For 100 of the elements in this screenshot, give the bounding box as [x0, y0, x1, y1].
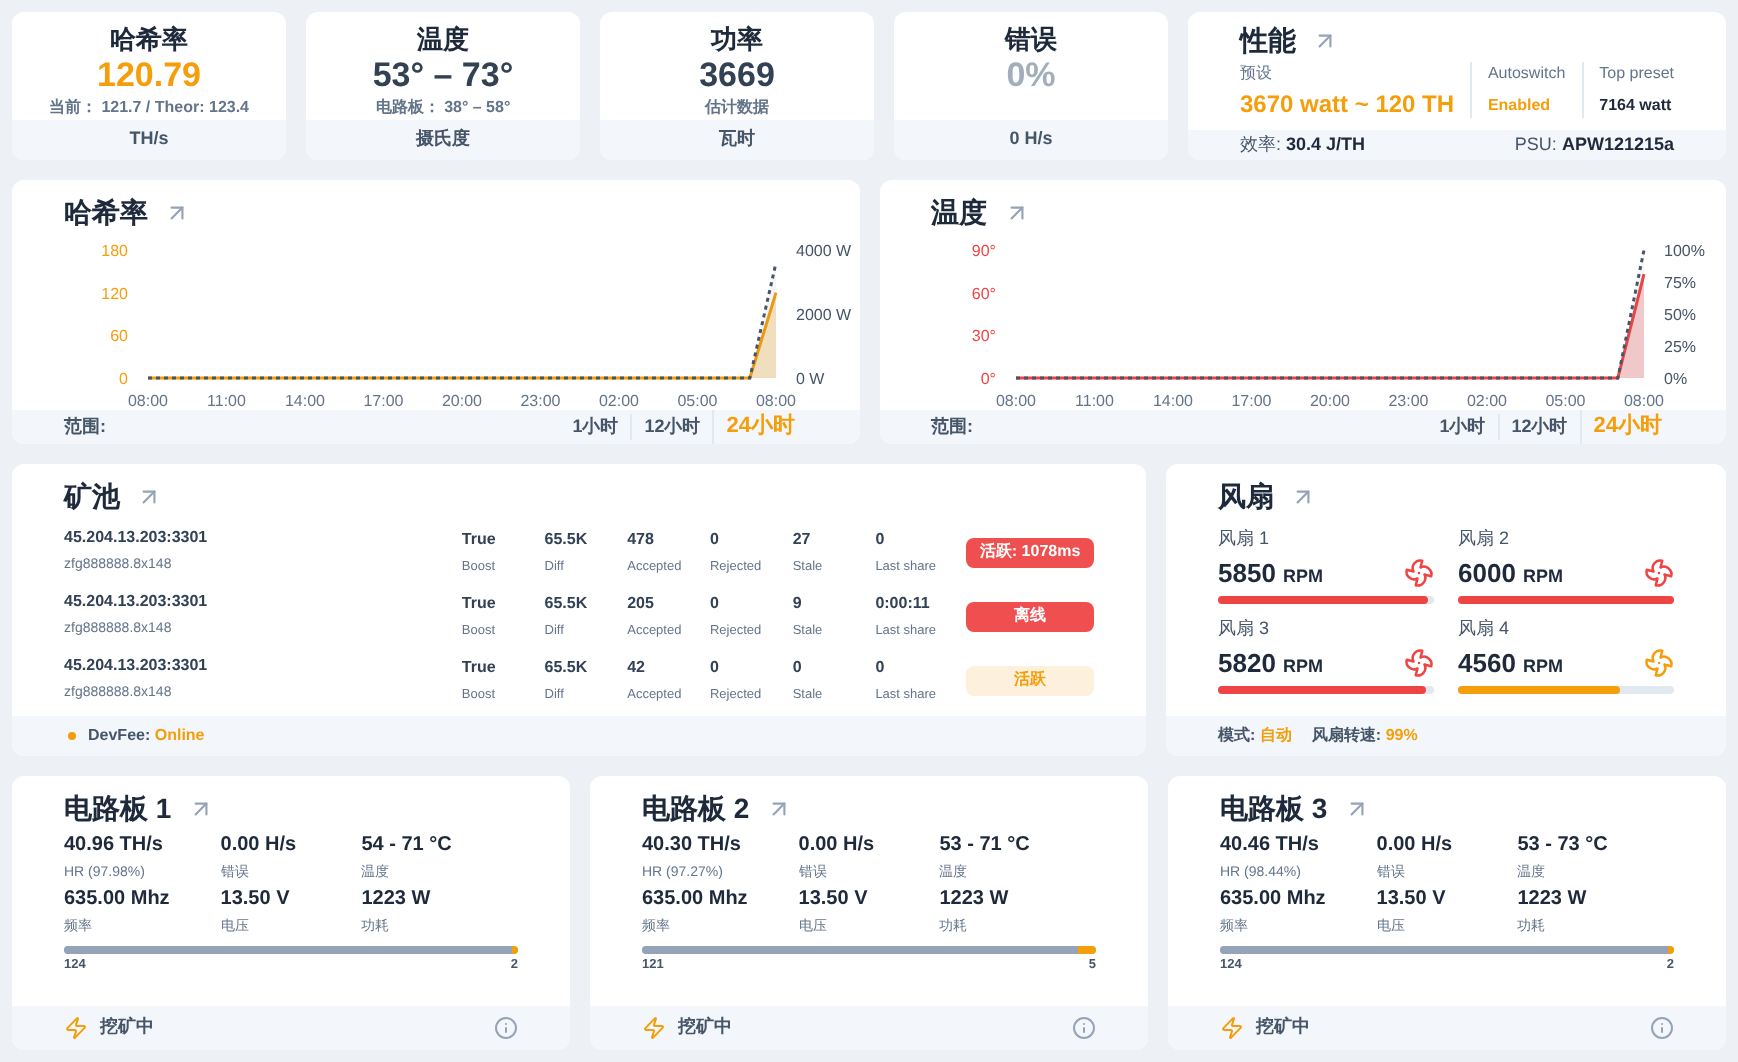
- lightning-icon: [64, 1016, 88, 1040]
- pool-stat-value: 0: [709, 591, 721, 616]
- fan-name: 风扇 4: [1458, 616, 1512, 642]
- axis-label: 100%: [1663, 242, 1704, 260]
- board-stat-value: 13.50 V: [1376, 888, 1448, 912]
- axis-label: 75%: [1663, 274, 1696, 292]
- card-title: 性能: [1240, 22, 1296, 60]
- axis-label: 08:00: [1622, 392, 1664, 410]
- board-stat-value: 53 - 73 °C: [1517, 834, 1610, 858]
- autoswitch-value: Enabled: [1487, 94, 1553, 118]
- axis-label: 08:00: [127, 392, 169, 410]
- range-tab[interactable]: 1小时: [1427, 413, 1498, 441]
- axis-label: 14:00: [284, 392, 326, 410]
- axis-label: 02:00: [1465, 392, 1507, 410]
- board-stat-value: 54 - 71 °C: [361, 834, 454, 858]
- preset-value: 3670 watt ~ 120 TH: [1240, 88, 1455, 122]
- fan-mode-text: 模式: 自动: [1218, 724, 1292, 748]
- board-stat-value: 1223 W: [1517, 888, 1589, 912]
- fan-speed: 4560 RPM: [1458, 645, 1564, 681]
- axis-label: 60°: [970, 284, 995, 303]
- board-stat-value: 0.00 H/s: [1376, 834, 1455, 858]
- card-title: 哈希率: [110, 24, 188, 56]
- axis-label: 30°: [970, 327, 995, 346]
- top-preset-label: Top preset: [1599, 62, 1674, 86]
- pool-address: 45.204.13.203:3301: [64, 526, 210, 551]
- card-title: 矿池: [64, 478, 120, 516]
- axis-label: 4000 W: [796, 242, 852, 260]
- board-stat-value: 0.00 H/s: [220, 834, 299, 858]
- range-label: 范围:: [64, 413, 106, 440]
- top-preset-value: 7164 watt: [1599, 94, 1674, 118]
- axis-label: 11:00: [207, 392, 246, 410]
- board-stat-value: 635.00 Mhz: [642, 888, 750, 912]
- board-stat-value: 635.00 Mhz: [1220, 888, 1328, 912]
- psu-text: PSU: APW121215a: [1514, 131, 1674, 158]
- arrow-icon[interactable]: [164, 200, 190, 226]
- arrow-icon[interactable]: [1290, 484, 1316, 510]
- pool-stat-value: True: [461, 591, 498, 616]
- preset-label: 预设: [1240, 62, 1274, 86]
- status-badge: 活跃: [966, 665, 1095, 695]
- axis-label: 90°: [970, 242, 995, 260]
- range-tab[interactable]: 12小时: [1497, 413, 1580, 441]
- efficiency-text: 效率: 30.4 J/TH: [1240, 131, 1366, 158]
- stat-unit: 瓦时: [719, 126, 755, 153]
- card-title: 电路板 3: [1220, 790, 1328, 828]
- axis-label: 05:00: [677, 392, 718, 410]
- stat-value: 0%: [1006, 56, 1056, 96]
- card-title: 温度: [417, 24, 469, 56]
- axis-label: 17:00: [363, 392, 404, 410]
- board-stat-value: 40.96 TH/s: [64, 834, 165, 858]
- axis-label: 02:00: [598, 392, 640, 410]
- status-badge: 活跃: 1078ms: [966, 537, 1095, 567]
- board-stat-value: 53 - 71 °C: [939, 834, 1032, 858]
- stat-value: 120.79: [97, 56, 201, 96]
- fan-name: 风扇 3: [1218, 616, 1272, 642]
- arrow-icon[interactable]: [136, 484, 162, 510]
- axis-label: 25%: [1663, 338, 1696, 356]
- axis-label: 0: [119, 370, 128, 388]
- axis-label: 20:00: [1308, 392, 1350, 410]
- card-title: 温度: [931, 194, 987, 232]
- board-stat-value: 13.50 V: [798, 888, 870, 912]
- pool-stat-value: 42: [627, 655, 648, 680]
- info-icon[interactable]: [1650, 1016, 1674, 1040]
- lightning-icon: [1220, 1016, 1244, 1040]
- arrow-icon[interactable]: [1312, 28, 1338, 54]
- axis-label: 0°: [979, 370, 995, 388]
- range-label: 范围:: [931, 413, 973, 440]
- board-stat-value: 13.50 V: [220, 888, 292, 912]
- axis-label: 50%: [1663, 306, 1696, 324]
- pool-stat-value: 9: [792, 591, 804, 616]
- pool-stat-value: 205: [627, 591, 656, 616]
- board-stat-value: 40.30 TH/s: [642, 834, 743, 858]
- board-stat-value: 1223 W: [361, 888, 433, 912]
- axis-label: 23:00: [1387, 392, 1428, 410]
- range-tab[interactable]: 1小时: [560, 413, 631, 441]
- fan-speed: 5850 RPM: [1218, 555, 1324, 591]
- info-icon[interactable]: [494, 1016, 518, 1040]
- board-state-text: 挖矿中: [678, 1014, 732, 1041]
- axis-label: 08:00: [994, 392, 1036, 410]
- axis-label: 2000 W: [796, 306, 852, 324]
- pool-stat-value: 0: [709, 655, 721, 680]
- axis-label: 08:00: [755, 392, 797, 410]
- range-tab[interactable]: 12小时: [630, 413, 713, 441]
- axis-label: 120: [101, 284, 128, 303]
- fan-speed: 5820 RPM: [1218, 645, 1324, 681]
- card-title: 电路板 1: [64, 790, 172, 828]
- card-title: 风扇: [1218, 478, 1274, 516]
- pool-stat-value: True: [461, 655, 498, 680]
- stat-subtext: 估计数据: [705, 96, 769, 120]
- pool-stat-value: 0: [709, 527, 721, 552]
- info-icon[interactable]: [1072, 1016, 1096, 1040]
- card-title: 哈希率: [64, 194, 148, 232]
- axis-label: 11:00: [1074, 392, 1113, 410]
- pool-stat-value: 65.5K: [544, 591, 590, 616]
- axis-label: 05:00: [1544, 392, 1585, 410]
- axis-label: 23:00: [520, 392, 561, 410]
- lightning-icon: [642, 1016, 666, 1040]
- board-state-text: 挖矿中: [1256, 1014, 1310, 1041]
- axis-label: 0%: [1663, 370, 1687, 388]
- axis-label: 180: [101, 242, 128, 260]
- pool-stat-value: True: [461, 527, 498, 552]
